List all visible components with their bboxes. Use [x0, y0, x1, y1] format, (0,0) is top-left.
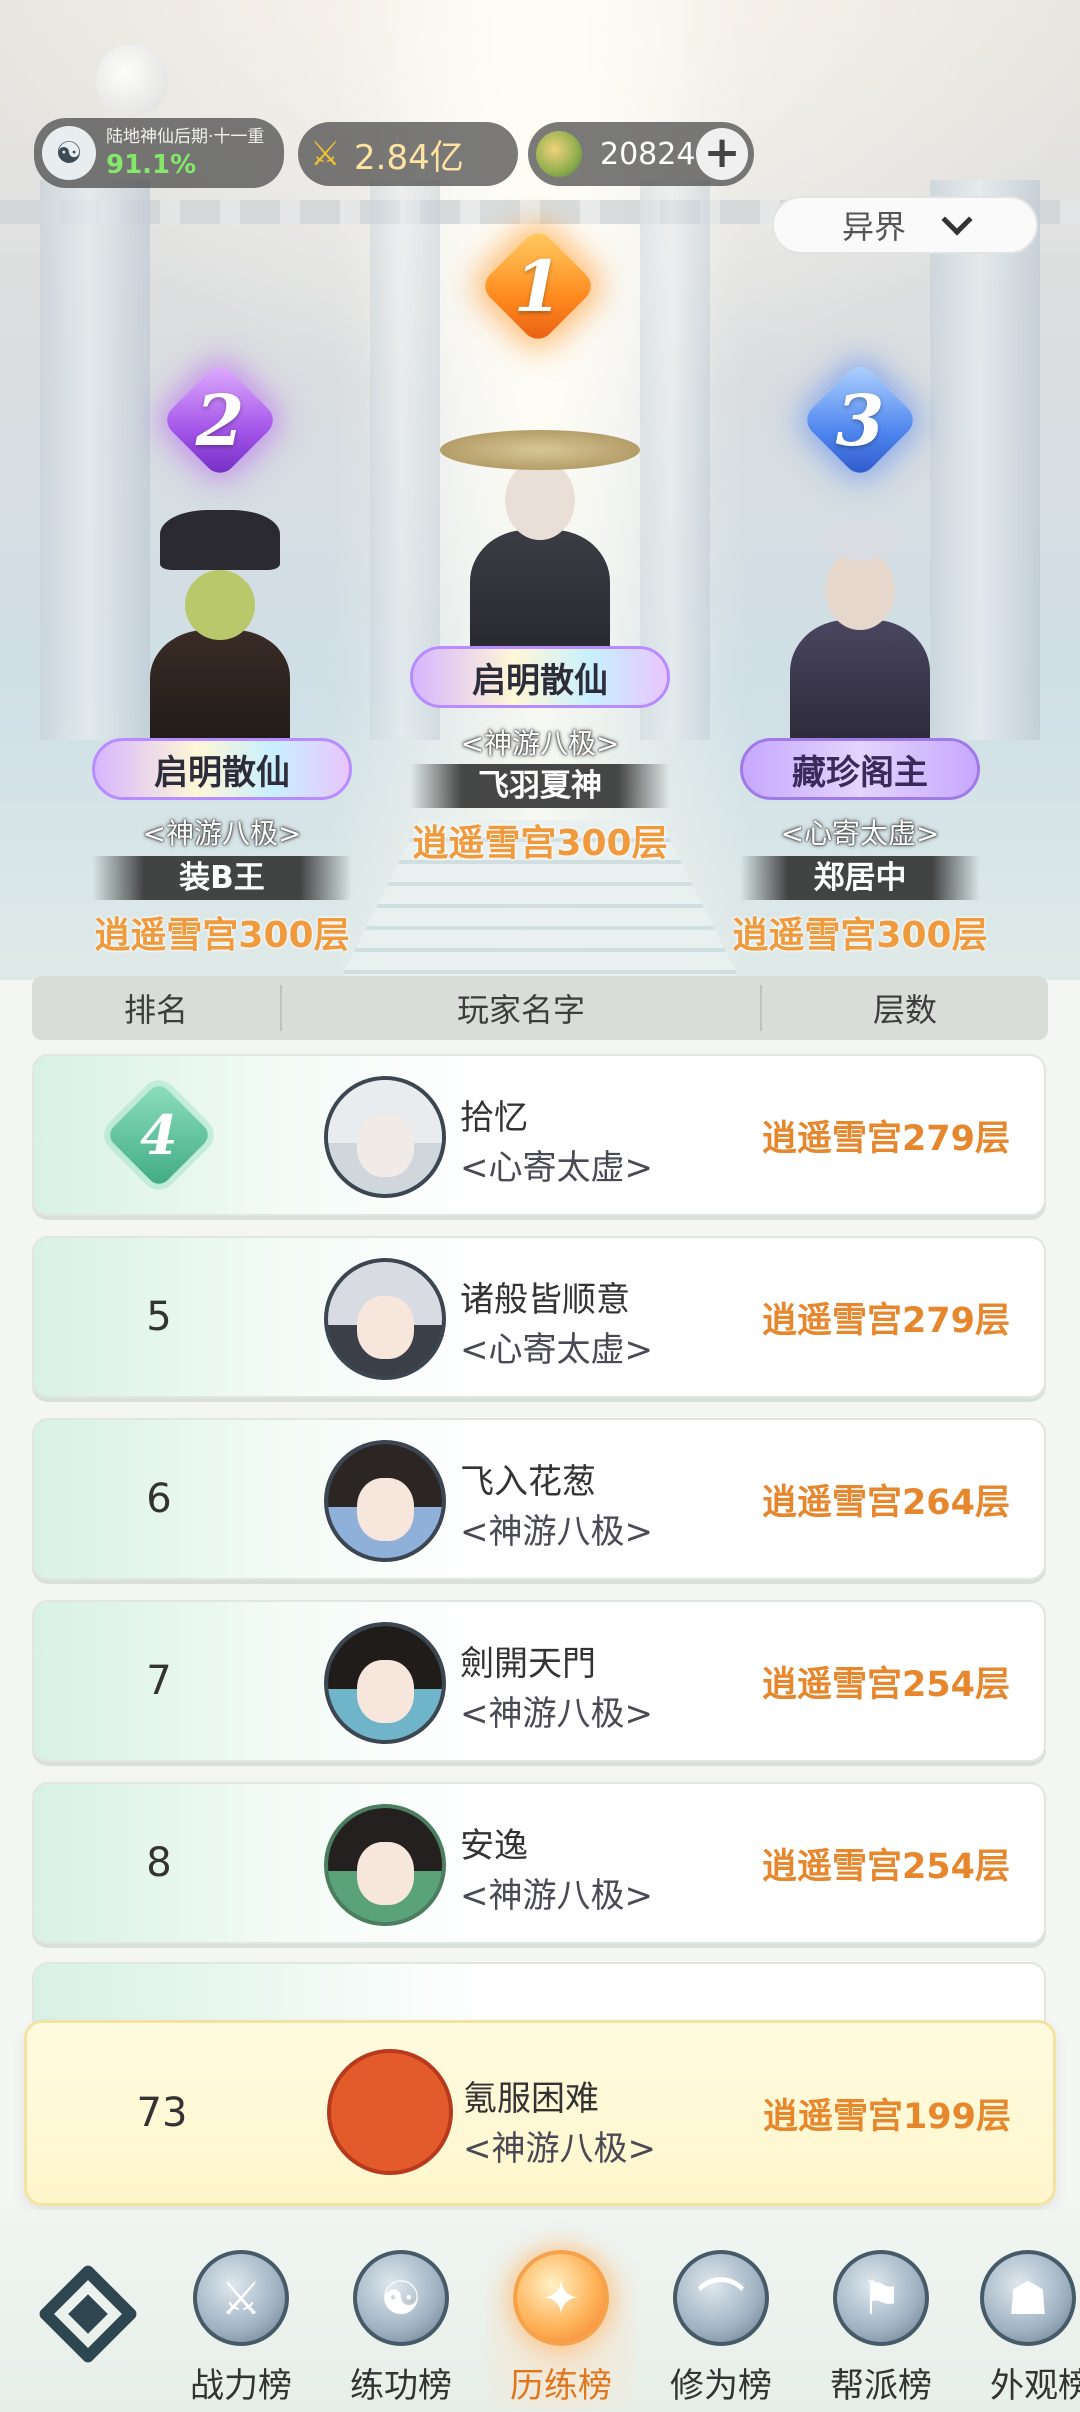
my-guild: <神游八极> [463, 2129, 656, 2169]
rank-cell: 6 [146, 1476, 172, 1522]
player-name: 劍開天門 [460, 1644, 596, 1684]
table-row[interactable]: 6 飞入花葱 <神游八极> 逍遥雪宫264层 [32, 1418, 1046, 1580]
rank-cell: 7 [146, 1658, 172, 1704]
currency-chip: 20824 + [528, 122, 754, 186]
rank-1-name: 飞羽夏神 [410, 764, 670, 808]
my-rank: 73 [136, 2090, 188, 2136]
tab-trial-ranking[interactable]: ✦ 历练榜 [486, 2250, 636, 2410]
coin-icon [536, 131, 582, 177]
chevron-down-icon [941, 204, 973, 236]
header-rank: 排名 [32, 985, 282, 1031]
avatar[interactable] [324, 1622, 446, 1744]
rank-2-name: 装B王 [92, 856, 352, 900]
rank-cell: 8 [146, 1840, 172, 1886]
player-floor: 逍遥雪宫254层 [761, 1664, 1010, 1705]
rank-1-guild: <神游八极> [460, 727, 620, 760]
realm-name: 陆地神仙后期·十一重 [106, 126, 265, 147]
plus-icon[interactable]: + [696, 128, 748, 180]
tab-label: 战力榜 [190, 2366, 292, 2406]
tab-label: 练功榜 [350, 2366, 452, 2406]
rank-1-badge: 1 [478, 226, 598, 346]
rank-1-title: 启明散仙 [410, 646, 670, 708]
tab-label: 帮派榜 [830, 2366, 932, 2406]
rank-2-badge: 2 [160, 360, 280, 480]
table-row[interactable]: 5 诸般皆顺意 <心寄太虚> 逍遥雪宫279层 [32, 1236, 1046, 1398]
player-floor: 逍遥雪宫254层 [761, 1846, 1010, 1887]
player-floor: 逍遥雪宫279层 [761, 1300, 1010, 1341]
rank-cell: 4 [34, 1056, 284, 1214]
my-rank-row[interactable]: 73 氪服困难 <神游八极> 逍遥雪宫199层 [24, 2020, 1056, 2206]
tab-cultivation-ranking[interactable]: ⌒ 修为榜 [646, 2250, 796, 2410]
player-floor: 逍遥雪宫264层 [761, 1482, 1010, 1523]
rank-3-name: 郑居中 [740, 856, 980, 900]
rank-2-guild: <神游八极> [142, 817, 302, 850]
rank-2-character[interactable] [120, 510, 320, 750]
header-floor: 层数 [872, 991, 937, 1029]
my-name: 氪服困难 [463, 2079, 599, 2119]
currency-value: 20824 [600, 136, 696, 172]
rank-3-floor: 逍遥雪宫300层 [732, 915, 988, 956]
my-floor: 逍遥雪宫199层 [762, 2096, 1011, 2137]
power-icon: ⚔ [310, 134, 341, 174]
player-guild: <心寄太虚> [460, 1330, 653, 1370]
bottom-nav: ⚔ 战力榜 ☯ 练功榜 ✦ 历练榜 ⌒ 修为榜 ⚑ 帮派榜 ☗ 外观榜 [0, 2210, 1080, 2412]
realm-dropdown[interactable]: 异界 [772, 196, 1038, 254]
tab-guild-ranking[interactable]: ⚑ 帮派榜 [806, 2250, 956, 2410]
tab-power-ranking[interactable]: ⚔ 战力榜 [166, 2250, 316, 2410]
header-player: 玩家名字 [282, 985, 762, 1031]
star-compass-icon: ✦ [513, 2250, 609, 2346]
rank-1-floor: 逍遥雪宫300层 [412, 823, 668, 864]
realm-avatar-icon: ☯ [42, 126, 96, 180]
rank-4-badge: 4 [105, 1081, 213, 1189]
player-floor: 逍遥雪宫279层 [761, 1118, 1010, 1159]
rank-3-character[interactable] [760, 510, 960, 750]
moon-orb [96, 44, 168, 116]
rank-1-character[interactable] [430, 400, 650, 660]
tab-label: 历练榜 [510, 2366, 612, 2406]
tab-appearance-ranking[interactable]: ☗ 外观榜 [960, 2250, 1080, 2410]
avatar[interactable] [327, 2049, 453, 2175]
player-guild: <神游八极> [460, 1694, 653, 1734]
player-name: 飞入花葱 [460, 1462, 596, 1502]
power-value: 2.84亿 [354, 137, 464, 178]
sword-icon: ⚔ [193, 2250, 289, 2346]
player-name: 诸般皆顺意 [460, 1280, 630, 1320]
rank-2-floor: 逍遥雪宫300层 [94, 915, 350, 956]
player-guild: <神游八极> [460, 1512, 653, 1552]
realm-dropdown-value: 异界 [841, 208, 906, 246]
podium-area: ☯ 陆地神仙后期·十一重 91.1% ⚔ 2.84亿 20824 + 异界 1 … [0, 0, 1080, 980]
realm-status-chip[interactable]: ☯ 陆地神仙后期·十一重 91.1% [34, 118, 284, 188]
rank-3-title: 藏珍阁主 [740, 738, 980, 800]
player-guild: <心寄太虚> [460, 1148, 653, 1188]
mask-icon: ☗ [980, 2250, 1076, 2346]
power-chip[interactable]: ⚔ 2.84亿 [298, 122, 518, 186]
player-name: 拾忆 [460, 1098, 528, 1138]
yin-yang-icon: ☯ [353, 2250, 449, 2346]
banner-icon: ⚑ [833, 2250, 929, 2346]
ranking-table-header: 排名 玩家名字 层数 [32, 976, 1048, 1040]
player-guild: <神游八极> [460, 1876, 653, 1916]
realm-progress: 91.1% [106, 149, 197, 180]
table-row[interactable]: 7 劍開天門 <神游八极> 逍遥雪宫254层 [32, 1600, 1046, 1762]
tab-label: 修为榜 [670, 2366, 772, 2406]
player-name: 安逸 [460, 1826, 528, 1866]
rank-2-title: 启明散仙 [92, 738, 352, 800]
avatar[interactable] [324, 1258, 446, 1380]
table-row[interactable]: 8 安逸 <神游八极> 逍遥雪宫254层 [32, 1782, 1046, 1944]
tab-training-ranking[interactable]: ☯ 练功榜 [326, 2250, 476, 2410]
table-row[interactable]: 4 拾忆 <心寄太虚> 逍遥雪宫279层 [32, 1054, 1046, 1216]
rank-cell: 5 [146, 1294, 172, 1340]
rank-3-badge: 3 [800, 360, 920, 480]
home-icon[interactable] [36, 2262, 140, 2366]
rank-3-guild: <心寄太虚> [780, 817, 940, 850]
hat-icon: ⌒ [673, 2250, 769, 2346]
tab-label: 外观榜 [990, 2366, 1080, 2406]
avatar[interactable] [324, 1804, 446, 1926]
avatar[interactable] [324, 1440, 446, 1562]
avatar[interactable] [324, 1076, 446, 1198]
